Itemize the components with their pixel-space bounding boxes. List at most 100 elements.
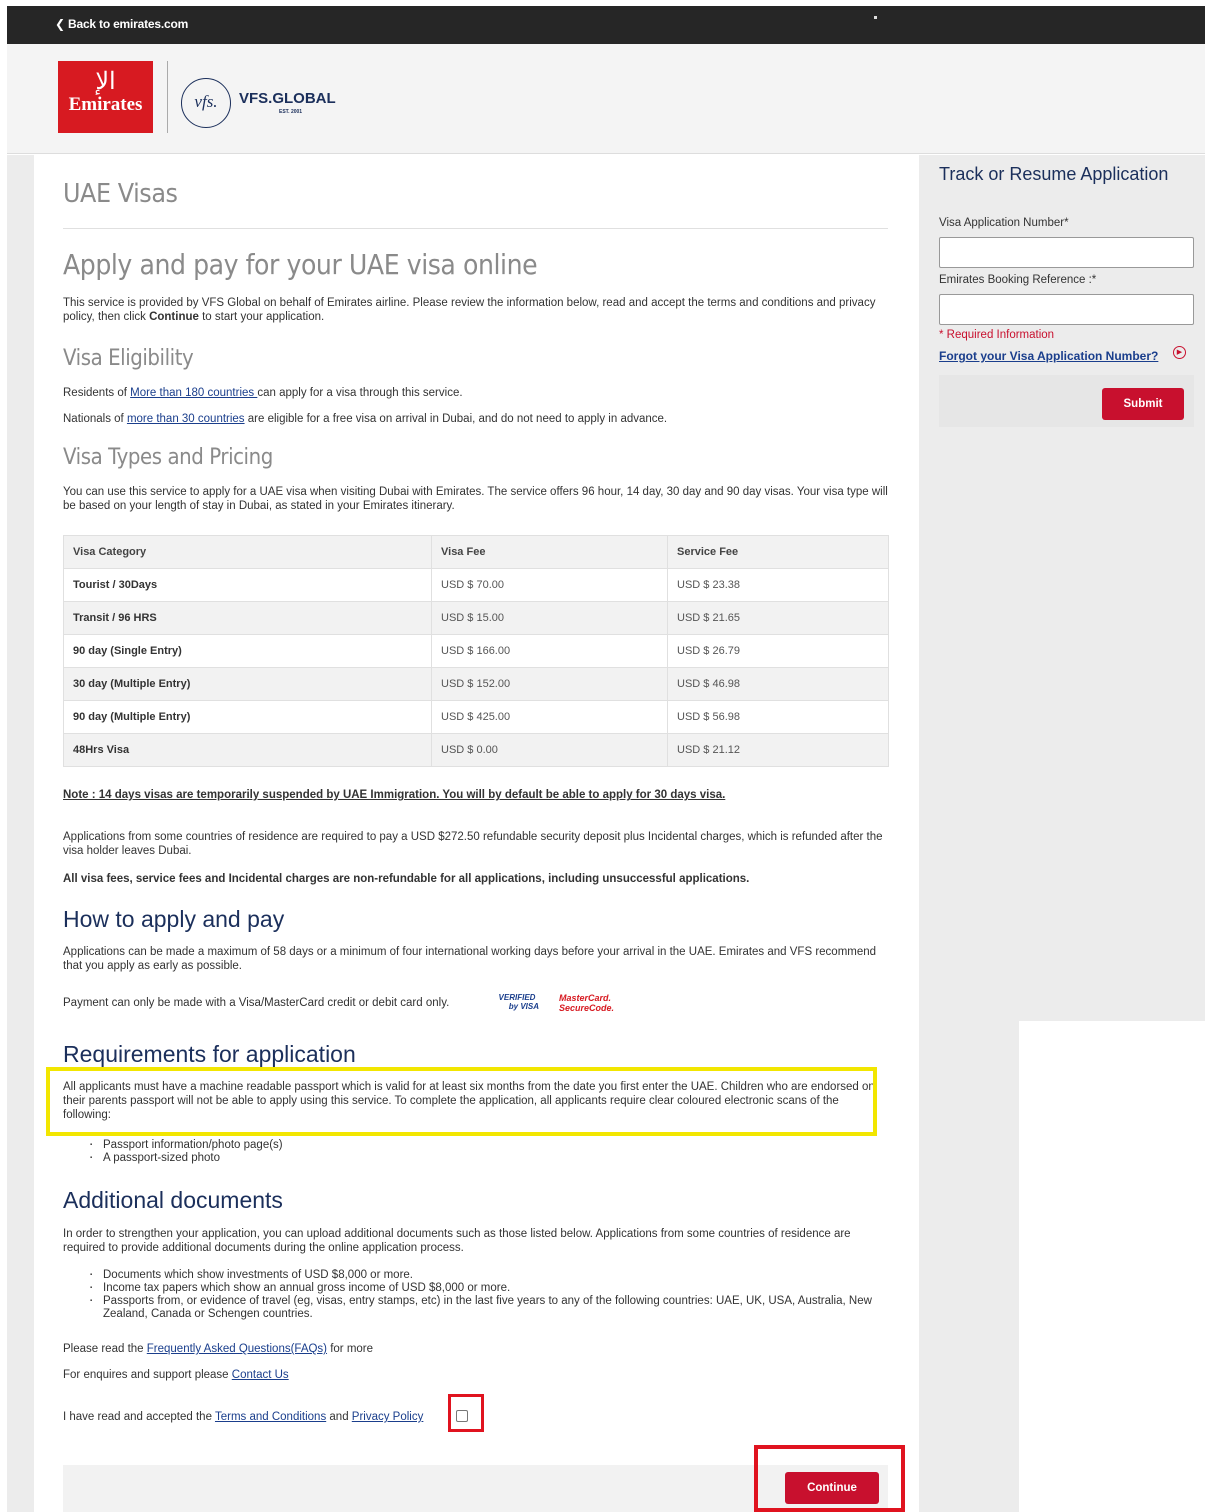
vfs-logo-mark: vfs. bbox=[181, 78, 231, 128]
logo-divider bbox=[167, 61, 168, 133]
back-to-emirates-link[interactable]: ❮ Back to emirates.com bbox=[55, 17, 188, 31]
service-fee-cell: USD $ 21.12 bbox=[667, 733, 889, 767]
booking-reference-label: Emirates Booking Reference :* bbox=[939, 274, 1097, 286]
page-headline: Apply and pay for your UAE visa online bbox=[63, 248, 538, 281]
visa-fee-cell: USD $ 15.00 bbox=[431, 601, 668, 635]
eligibility-line-2: Nationals of more than 30 countries are … bbox=[63, 412, 888, 426]
highlight-requirements-box bbox=[46, 1067, 877, 1136]
table-header-row: Visa Category Visa Fee Service Fee bbox=[63, 535, 889, 569]
additional-documents-list: Documents which show investments of USD … bbox=[83, 1269, 883, 1321]
emirates-logo[interactable]: الإ Emirates bbox=[58, 61, 153, 133]
visa-number-input[interactable] bbox=[939, 237, 1194, 268]
privacy-policy-link[interactable]: Privacy Policy bbox=[352, 1411, 424, 1423]
back-link-label: Back to emirates.com bbox=[68, 17, 189, 31]
intro-text-post: to start your application. bbox=[198, 311, 325, 323]
sidebar-title: Track or Resume Application bbox=[939, 164, 1169, 184]
table-row: 90 day (Multiple Entry) USD $ 425.00 USD… bbox=[63, 700, 889, 734]
forgot-visa-number-link[interactable]: Forgot your Visa Application Number? bbox=[939, 349, 1158, 363]
service-fee-cell: USD $ 21.65 bbox=[667, 601, 889, 635]
table-row: 30 day (Multiple Entry) USD $ 152.00 USD… bbox=[63, 667, 889, 701]
eligibility-line-2-pre: Nationals of bbox=[63, 413, 127, 425]
header: الإ Emirates vfs. VFS.GLOBAL EST. 2001 bbox=[7, 44, 1205, 154]
visa-category-cell: 30 day (Multiple Entry) bbox=[63, 667, 432, 701]
top-bar: ❮ Back to emirates.com bbox=[7, 6, 1205, 44]
eligibility-heading: Visa Eligibility bbox=[63, 346, 194, 371]
contact-us-link[interactable]: Contact Us bbox=[232, 1369, 289, 1381]
support-text: For enquires and support please Contact … bbox=[63, 1368, 888, 1382]
submit-button[interactable]: Submit bbox=[1102, 388, 1184, 420]
eligibility-line-1-pre: Residents of bbox=[63, 387, 131, 399]
list-item: Passport information/photo page(s) bbox=[90, 1139, 283, 1152]
list-item: Passports from, or evidence of travel (e… bbox=[90, 1295, 883, 1321]
visa-category-cell: Tourist / 30Days bbox=[63, 568, 432, 602]
eligibility-line-1-post: can apply for a visa through this servic… bbox=[257, 387, 463, 399]
emirates-arabic-glyph-icon: الإ bbox=[95, 67, 116, 95]
faq-text-post: for more bbox=[327, 1343, 374, 1355]
additional-documents-heading: Additional documents bbox=[63, 1187, 283, 1213]
left-gutter bbox=[7, 155, 34, 1512]
list-item: A passport-sized photo bbox=[90, 1152, 283, 1165]
service-fee-cell: USD $ 46.98 bbox=[667, 667, 889, 701]
eligibility-line-1: Residents of More than 180 countries can… bbox=[63, 386, 888, 400]
page-title: UAE Visas bbox=[63, 179, 178, 209]
title-divider bbox=[63, 228, 888, 229]
column-header: Visa Category bbox=[63, 535, 432, 569]
mastercard-securecode-logo: MasterCard. SecureCode. bbox=[559, 993, 614, 1013]
faq-link[interactable]: Frequently Asked Questions(FAQs) bbox=[147, 1343, 327, 1355]
verified-by-visa-logo: VERIFIED by VISA bbox=[495, 993, 539, 1011]
play-arrow-icon[interactable]: ▶ bbox=[1173, 346, 1186, 359]
requirements-heading: Requirements for application bbox=[63, 1041, 356, 1067]
vfs-logo-name: VFS.GLOBAL bbox=[239, 90, 336, 107]
table-row: 90 day (Single Entry) USD $ 166.00 USD $… bbox=[63, 634, 889, 668]
terms-and-conditions-link[interactable]: Terms and Conditions bbox=[215, 1411, 326, 1423]
how-to-apply-heading: How to apply and pay bbox=[63, 906, 285, 932]
residents-countries-link[interactable]: More than 180 countries bbox=[130, 387, 257, 399]
highlight-checkbox-box bbox=[448, 1394, 484, 1432]
table-row: 48Hrs Visa USD $ 0.00 USD $ 21.12 bbox=[63, 733, 889, 767]
consent-text-and: and bbox=[326, 1411, 352, 1423]
visa-category-cell: Transit / 96 HRS bbox=[63, 601, 432, 635]
submit-bar: Submit bbox=[939, 375, 1194, 427]
highlight-continue-box bbox=[754, 1445, 905, 1512]
table-row: Tourist / 30Days USD $ 70.00 USD $ 23.38 bbox=[63, 568, 889, 602]
intro-text-bold: Continue bbox=[149, 311, 199, 323]
list-item: Documents which show investments of USD … bbox=[90, 1269, 883, 1282]
visa-fee-cell: USD $ 0.00 bbox=[431, 733, 668, 767]
service-fee-cell: USD $ 56.98 bbox=[667, 700, 889, 734]
consent-text: I have read and accepted the Terms and C… bbox=[63, 1410, 483, 1424]
visa-number-label: Visa Application Number* bbox=[939, 217, 1069, 229]
visa-category-cell: 90 day (Multiple Entry) bbox=[63, 700, 432, 734]
visa-fee-cell: USD $ 166.00 bbox=[431, 634, 668, 668]
msc-line-2: SecureCode. bbox=[559, 1003, 615, 1013]
service-fee-cell: USD $ 23.38 bbox=[667, 568, 889, 602]
required-info-text: * Required Information bbox=[939, 329, 1055, 341]
faq-text-pre: Please read the bbox=[63, 1343, 147, 1355]
requirements-list: Passport information/photo page(s) A pas… bbox=[83, 1139, 283, 1165]
deposit-text: Applications from some countries of resi… bbox=[63, 831, 883, 857]
visa-fee-cell: USD $ 152.00 bbox=[431, 667, 668, 701]
service-fee-cell: USD $ 26.79 bbox=[667, 634, 889, 668]
sidebar-background-lower bbox=[919, 1021, 1019, 1512]
consent-text-pre: I have read and accepted the bbox=[63, 1411, 215, 1423]
nonrefundable-text: All visa fees, service fees and Incident… bbox=[63, 873, 750, 885]
faq-text: Please read the Frequently Asked Questio… bbox=[63, 1342, 888, 1356]
msc-line-1: MasterCard. bbox=[559, 993, 612, 1003]
column-header: Service Fee bbox=[667, 535, 889, 569]
booking-reference-input[interactable] bbox=[939, 294, 1194, 325]
main-content: UAE Visas Apply and pay for your UAE vis… bbox=[34, 155, 919, 1512]
payment-text: Payment can only be made with a Visa/Mas… bbox=[63, 997, 450, 1009]
topbar-dot bbox=[874, 16, 877, 19]
table-row: Transit / 96 HRS USD $ 15.00 USD $ 21.65 bbox=[63, 601, 889, 635]
suspension-note: Note : 14 days visas are temporarily sus… bbox=[63, 789, 726, 801]
list-item: Income tax papers which show an annual g… bbox=[90, 1282, 883, 1295]
emirates-wordmark: Emirates bbox=[68, 94, 143, 115]
visa-category-cell: 90 day (Single Entry) bbox=[63, 634, 432, 668]
pricing-text: You can use this service to apply for a … bbox=[63, 486, 888, 512]
intro-text: This service is provided by VFS Global o… bbox=[63, 296, 888, 324]
eligibility-line-2-post: are eligible for a free visa on arrival … bbox=[244, 413, 668, 425]
visa-fee-cell: USD $ 70.00 bbox=[431, 568, 668, 602]
vbv-line-2: by VISA bbox=[508, 1002, 539, 1011]
chevron-left-icon: ❮ bbox=[55, 17, 65, 31]
support-text-pre: For enquires and support please bbox=[63, 1369, 232, 1381]
visa-on-arrival-countries-link[interactable]: more than 30 countries bbox=[127, 413, 245, 425]
